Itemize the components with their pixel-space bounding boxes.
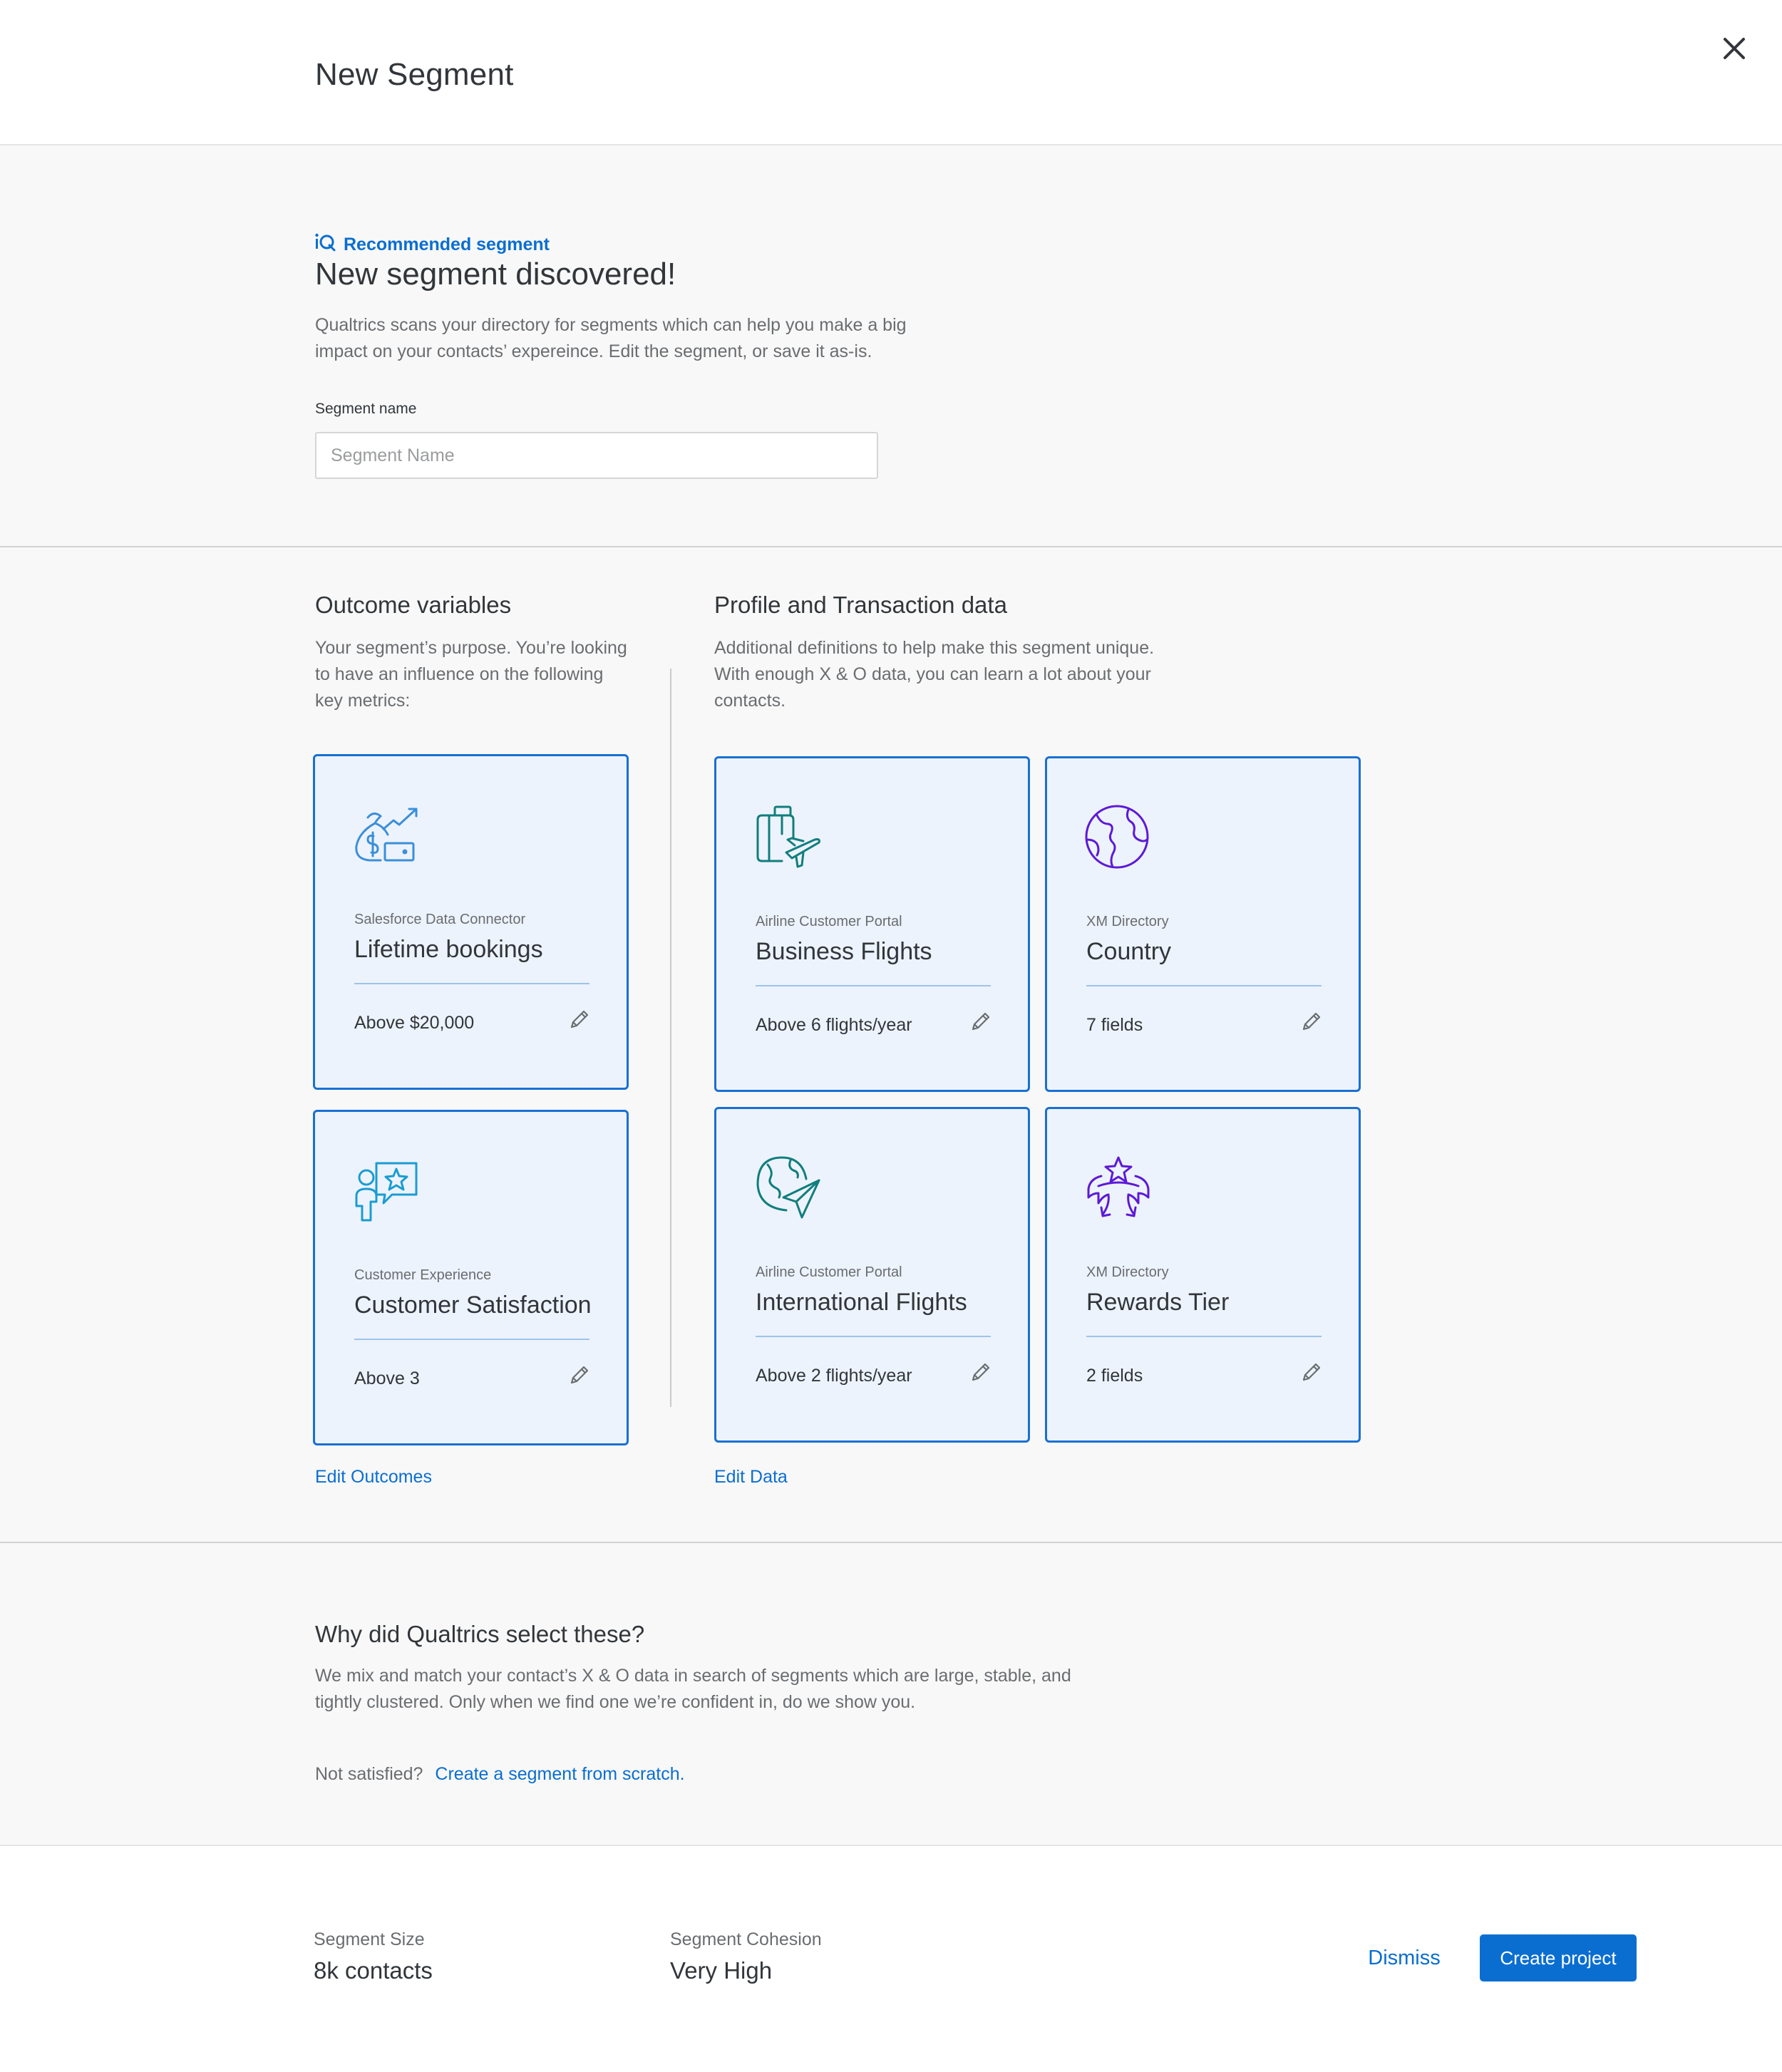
card-divider <box>756 1336 991 1337</box>
column-divider <box>670 669 671 1407</box>
close-icon[interactable] <box>1718 32 1751 65</box>
modal-header: New Segment <box>0 0 1782 145</box>
segment-cohesion-value: Very High <box>670 1957 773 1984</box>
outcomes-description: Your segment’s purpose. You’re looking t… <box>315 638 627 711</box>
card-source: Salesforce Data Connector <box>354 912 526 927</box>
card-divider <box>1086 1336 1322 1337</box>
page-title: New Segment <box>315 57 514 92</box>
profile-title: Profile and Transaction data <box>714 592 1007 618</box>
person-star-chat-icon <box>352 1156 421 1225</box>
card-name: International Flights <box>756 1289 967 1316</box>
card-source: Airline Customer Portal <box>756 1264 902 1280</box>
card-divider <box>354 1339 589 1340</box>
card-name: Customer Satisfaction <box>354 1292 592 1319</box>
not-satisfied-text: Not satisfied? <box>315 1764 423 1784</box>
edit-data-link[interactable]: Edit Data <box>714 1467 788 1488</box>
edit-outcomes-link[interactable]: Edit Outcomes <box>315 1467 432 1488</box>
card-condition: Above 3 <box>354 1369 420 1388</box>
money-bag-trend-icon <box>352 800 421 869</box>
card-name: Rewards Tier <box>1086 1289 1230 1316</box>
pencil-icon[interactable] <box>969 1360 993 1384</box>
pencil-icon[interactable] <box>1299 1360 1324 1384</box>
card-condition: Above 2 flights/year <box>756 1366 912 1386</box>
card-name: Business Flights <box>756 938 932 965</box>
globe-icon <box>1084 803 1153 871</box>
card-name: Country <box>1086 938 1172 965</box>
card-source: XM Directory <box>1086 1264 1169 1280</box>
card-condition: Above $20,000 <box>354 1013 475 1033</box>
pencil-icon[interactable] <box>969 1009 993 1034</box>
card-name: Lifetime bookings <box>354 936 543 963</box>
dismiss-button[interactable]: Dismiss <box>1351 1934 1457 1981</box>
outcome-card-customer-satisfaction[interactable]: Customer Experience Customer Satisfactio… <box>313 1110 629 1445</box>
card-condition: 7 fields <box>1086 1015 1143 1035</box>
recommended-label: Recommended segment <box>344 234 550 254</box>
pencil-icon[interactable] <box>567 1363 592 1387</box>
segment-name-label: Segment name <box>315 401 417 417</box>
intro-description: Qualtrics scans your directory for segme… <box>315 315 907 361</box>
card-condition: Above 6 flights/year <box>756 1015 912 1035</box>
create-project-button[interactable]: Create project <box>1480 1934 1637 1981</box>
luggage-plane-icon <box>753 803 822 871</box>
outcomes-title: Outcome variables <box>315 592 512 618</box>
profile-card-country[interactable]: XM Directory Country 7 fields <box>1045 756 1361 1092</box>
why-title: Why did Qualtrics select these? <box>315 1621 645 1647</box>
segment-size-label: Segment Size <box>314 1929 425 1949</box>
segment-size-value: 8k contacts <box>314 1957 433 1984</box>
iq-icon <box>315 233 336 257</box>
segment-name-input[interactable] <box>315 432 878 479</box>
recommended-badge: Recommended segment <box>315 233 550 257</box>
profile-description: Additional definitions to help make this… <box>714 638 1155 711</box>
why-description: We mix and match your contact’s X & O da… <box>315 1666 1071 1712</box>
not-satisfied-row: Not satisfied? Create a segment from scr… <box>315 1764 685 1785</box>
card-source: Airline Customer Portal <box>756 914 902 929</box>
profile-card-rewards-tier[interactable]: XM Directory Rewards Tier 2 fields <box>1045 1107 1361 1443</box>
card-source: Customer Experience <box>354 1267 492 1283</box>
card-divider <box>756 985 991 986</box>
card-condition: 2 fields <box>1086 1366 1143 1386</box>
pencil-icon[interactable] <box>1299 1009 1324 1034</box>
segment-cohesion-label: Segment Cohesion <box>670 1929 822 1949</box>
outcome-card-lifetime-bookings[interactable]: Salesforce Data Connector Lifetime booki… <box>313 754 629 1090</box>
globe-paper-plane-icon <box>753 1153 822 1222</box>
card-divider <box>1086 985 1322 986</box>
create-from-scratch-link[interactable]: Create a segment from scratch. <box>435 1764 684 1784</box>
card-source: XM Directory <box>1086 914 1169 929</box>
discovered-heading: New segment discovered! <box>315 257 676 292</box>
profile-card-international-flights[interactable]: Airline Customer Portal International Fl… <box>714 1107 1030 1443</box>
profile-card-business-flights[interactable]: Airline Customer Portal Business Flights… <box>714 756 1030 1092</box>
pencil-icon[interactable] <box>567 1007 592 1031</box>
card-divider <box>354 983 589 984</box>
laurel-star-icon <box>1084 1153 1153 1222</box>
